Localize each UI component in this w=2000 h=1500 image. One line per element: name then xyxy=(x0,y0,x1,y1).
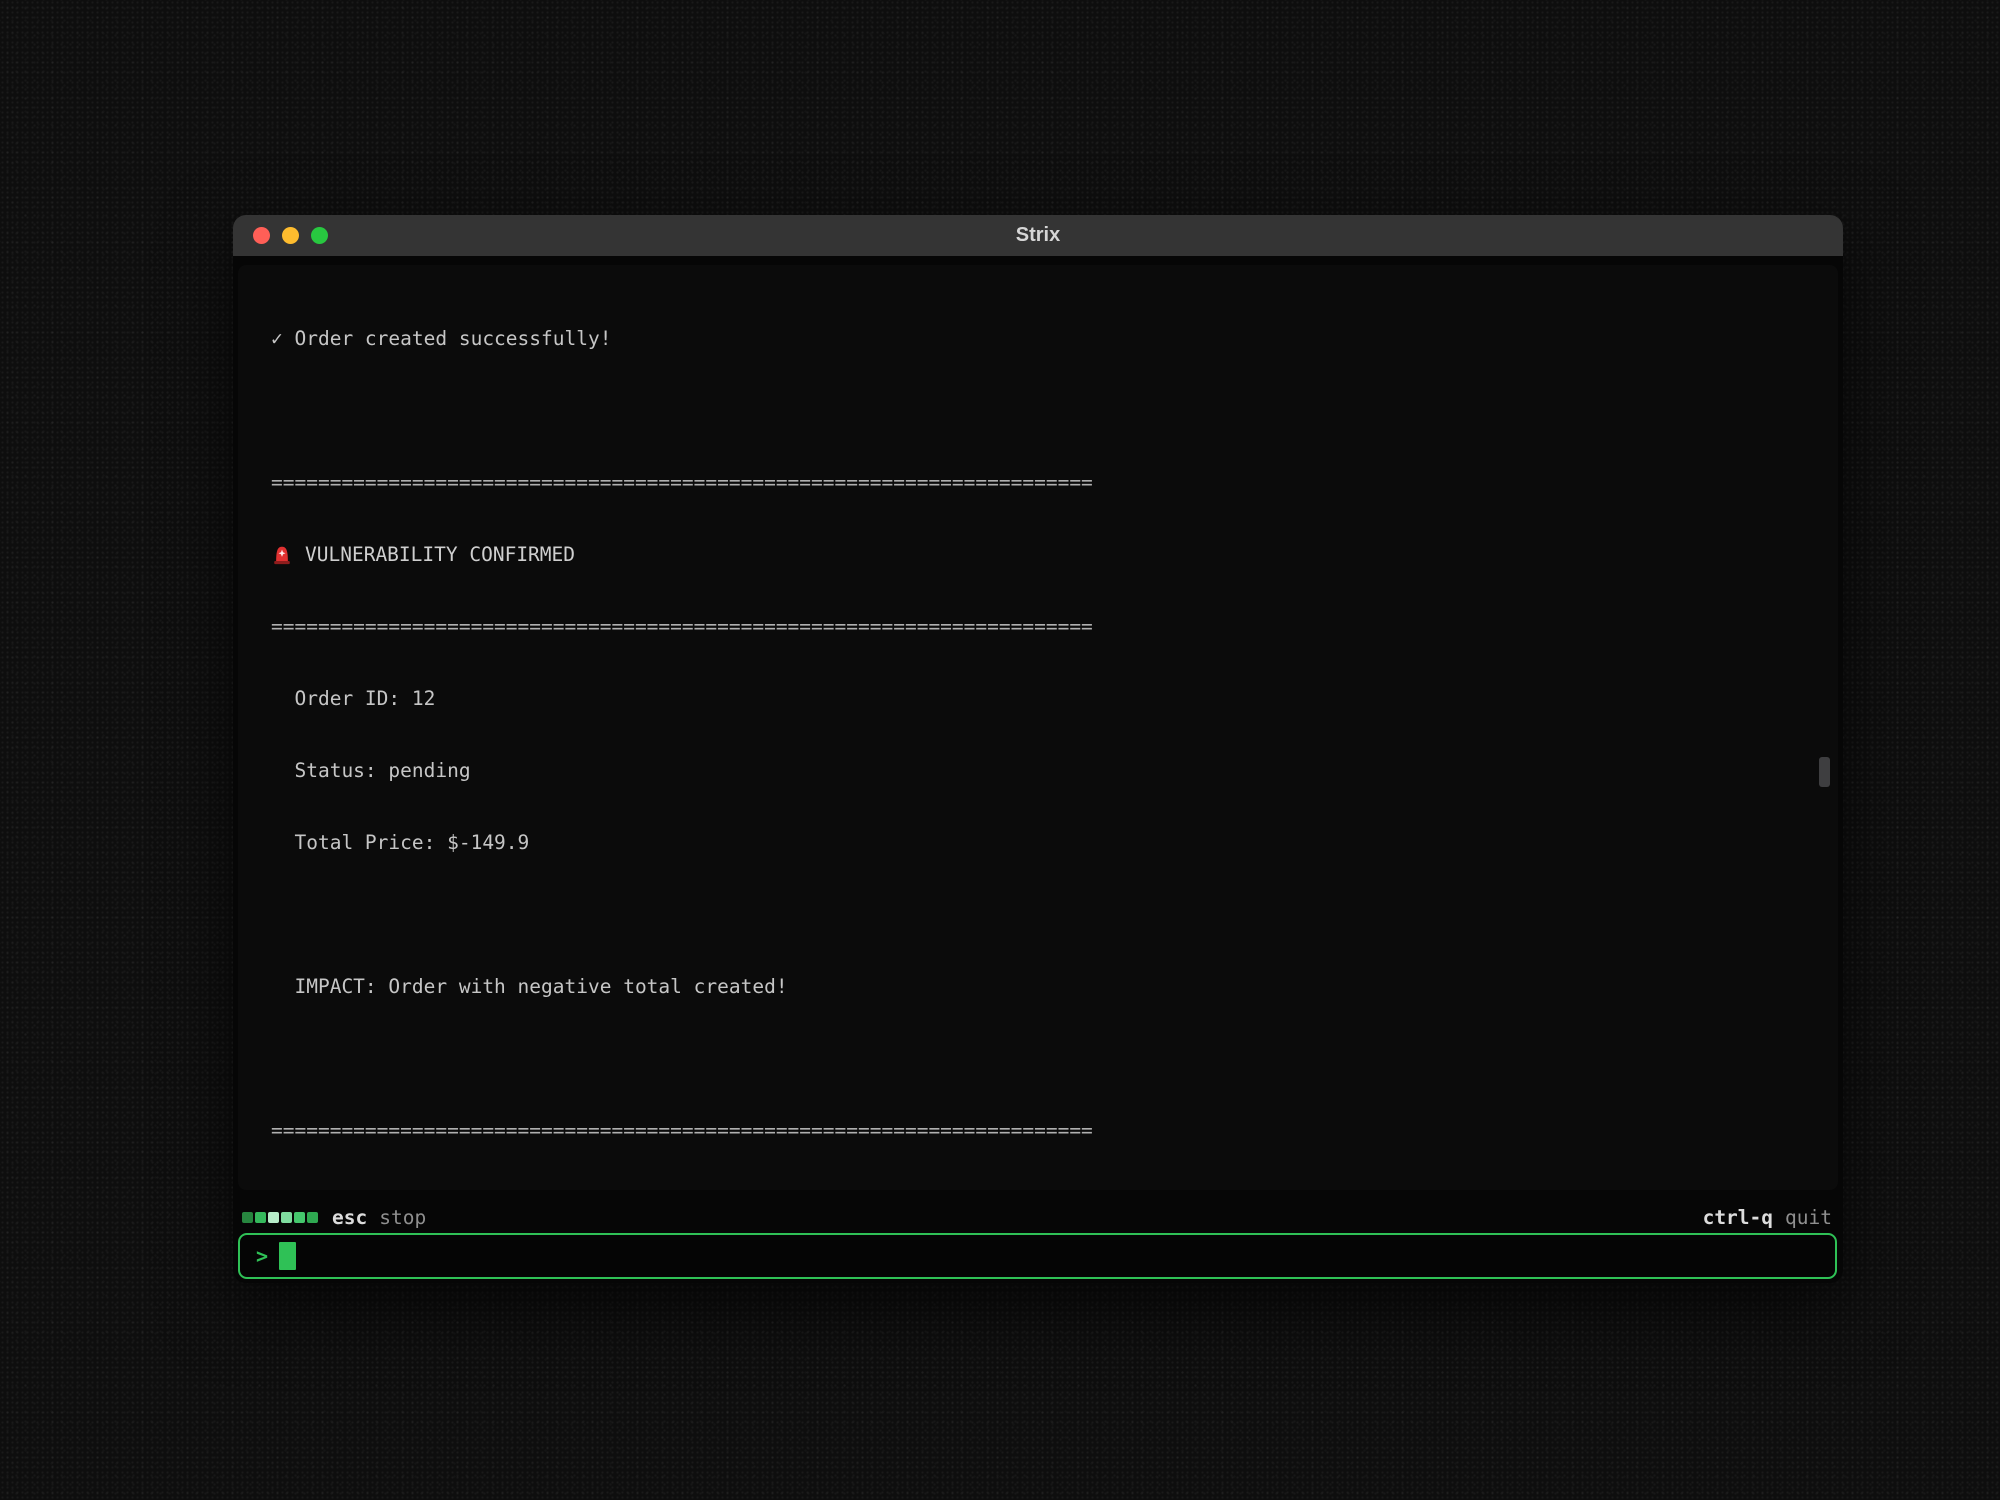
activity-dot xyxy=(281,1212,292,1223)
esc-key-hint: esc xyxy=(332,1206,367,1229)
activity-dot xyxy=(307,1212,318,1223)
scrollbar-thumb[interactable] xyxy=(1819,757,1830,787)
order-id-line: Order ID: 12 xyxy=(271,687,1838,711)
alarm-icon xyxy=(271,544,293,566)
activity-dot xyxy=(268,1212,279,1223)
strix-terminal-window: Strix ✓ Order created successfully! ====… xyxy=(233,215,1843,1283)
traffic-lights xyxy=(253,227,328,244)
prompt-symbol: > xyxy=(256,1244,268,1268)
status-bar: esc stop ctrl-q quit xyxy=(242,1205,1832,1229)
command-input[interactable]: > xyxy=(238,1233,1837,1279)
activity-dot xyxy=(294,1212,305,1223)
text-cursor xyxy=(279,1242,296,1270)
separator-line: ========================================… xyxy=(271,471,1838,495)
stop-action-label: stop xyxy=(379,1206,426,1229)
vulnerability-confirmed-row: VULNERABILITY CONFIRMED xyxy=(271,543,1838,567)
impact-line: IMPACT: Order with negative total create… xyxy=(271,975,1838,999)
separator-line: ========================================… xyxy=(271,615,1838,639)
vulnerability-confirmed-label: VULNERABILITY CONFIRMED xyxy=(305,543,575,567)
window-title: Strix xyxy=(233,224,1843,247)
terminal-scroll-area[interactable]: ✓ Order created successfully! ==========… xyxy=(238,265,1838,1190)
separator-line: ========================================… xyxy=(271,1119,1838,1143)
activity-dots xyxy=(242,1212,318,1223)
activity-dot xyxy=(242,1212,253,1223)
order-total-line: Total Price: $-149.9 xyxy=(271,831,1838,855)
order-status-line: Status: pending xyxy=(271,759,1838,783)
activity-dot xyxy=(255,1212,266,1223)
quit-action-label: quit xyxy=(1785,1206,1832,1229)
minimize-button[interactable] xyxy=(282,227,299,244)
order-success-line: ✓ Order created successfully! xyxy=(271,327,1838,351)
titlebar[interactable]: Strix xyxy=(233,215,1843,256)
close-button[interactable] xyxy=(253,227,270,244)
zoom-button[interactable] xyxy=(311,227,328,244)
ctrl-q-key-hint: ctrl-q xyxy=(1703,1206,1773,1229)
